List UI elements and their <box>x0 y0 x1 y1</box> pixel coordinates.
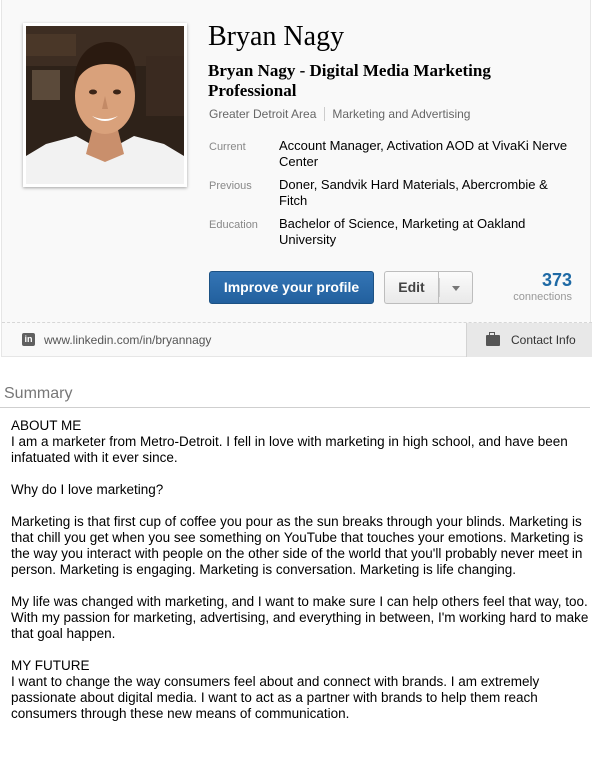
connections-label: connections <box>513 291 572 303</box>
location-link[interactable]: Greater Detroit Area <box>209 107 316 121</box>
summary-heading-about: ABOUT ME <box>11 418 82 433</box>
connections-count-link[interactable]: 373 connections <box>497 270 572 304</box>
connections-count: 373 <box>541 270 572 290</box>
contact-info-button[interactable]: Contact Info <box>466 323 592 357</box>
profile-photo[interactable] <box>23 23 187 187</box>
profile-facts: Current Account Manager, Activation AOD … <box>209 138 579 255</box>
contact-card-icon <box>486 332 500 346</box>
summary-heading: Summary <box>4 385 73 402</box>
summary-text: I want to change the way consumers feel … <box>11 674 540 721</box>
summary-heading-future: MY FUTURE <box>11 658 90 673</box>
profile-meta: Greater Detroit Area Marketing and Advert… <box>209 106 470 122</box>
fact-label: Current <box>209 141 246 153</box>
fact-label: Education <box>209 219 258 231</box>
summary-paragraph: MY FUTURE I want to change the way consu… <box>11 658 591 722</box>
profile-name: Bryan Nagy <box>208 21 345 52</box>
summary-divider <box>0 407 590 408</box>
profile-photo-image <box>26 26 184 184</box>
fact-value[interactable]: Bachelor of Science, Marketing at Oaklan… <box>279 216 569 248</box>
summary-paragraph: ABOUT ME I am a marketer from Metro-Detr… <box>11 418 591 466</box>
summary-text: I am a marketer from Metro-Detroit. I fe… <box>11 434 568 465</box>
improve-profile-button[interactable]: Improve your profile <box>209 271 374 304</box>
profile-headline: Bryan Nagy - Digital Media Marketing Pro… <box>208 61 491 100</box>
summary-body: ABOUT ME I am a marketer from Metro-Detr… <box>11 418 591 738</box>
fact-row-current: Current Account Manager, Activation AOD … <box>209 138 579 170</box>
summary-paragraph: Why do I love marketing? <box>11 482 164 497</box>
fact-row-education: Education Bachelor of Science, Marketing… <box>209 216 579 248</box>
fact-value[interactable]: Account Manager, Activation AOD at VivaK… <box>279 138 569 170</box>
linkedin-icon: in <box>22 333 35 346</box>
chevron-down-icon <box>452 286 460 291</box>
fact-label: Previous <box>209 180 252 192</box>
edit-button[interactable]: Edit <box>384 271 438 304</box>
meta-divider <box>324 107 326 121</box>
contact-info-label: Contact Info <box>511 333 576 347</box>
industry-link[interactable]: Marketing and Advertising <box>332 107 470 121</box>
summary-paragraph: Marketing is that first cup of coffee yo… <box>11 514 584 577</box>
edit-dropdown-button[interactable] <box>438 271 473 304</box>
fact-row-previous: Previous Doner, Sandvik Hard Materials, … <box>209 177 579 209</box>
summary-paragraph: My life was changed with marketing, and … <box>11 594 589 641</box>
public-profile-bar: in www.linkedin.com/in/bryannagy Contact… <box>2 322 592 357</box>
profile-card: Bryan Nagy Bryan Nagy - Digital Media Ma… <box>1 0 592 357</box>
public-profile-url[interactable]: www.linkedin.com/in/bryannagy <box>44 332 211 348</box>
fact-value[interactable]: Doner, Sandvik Hard Materials, Abercromb… <box>279 177 569 209</box>
